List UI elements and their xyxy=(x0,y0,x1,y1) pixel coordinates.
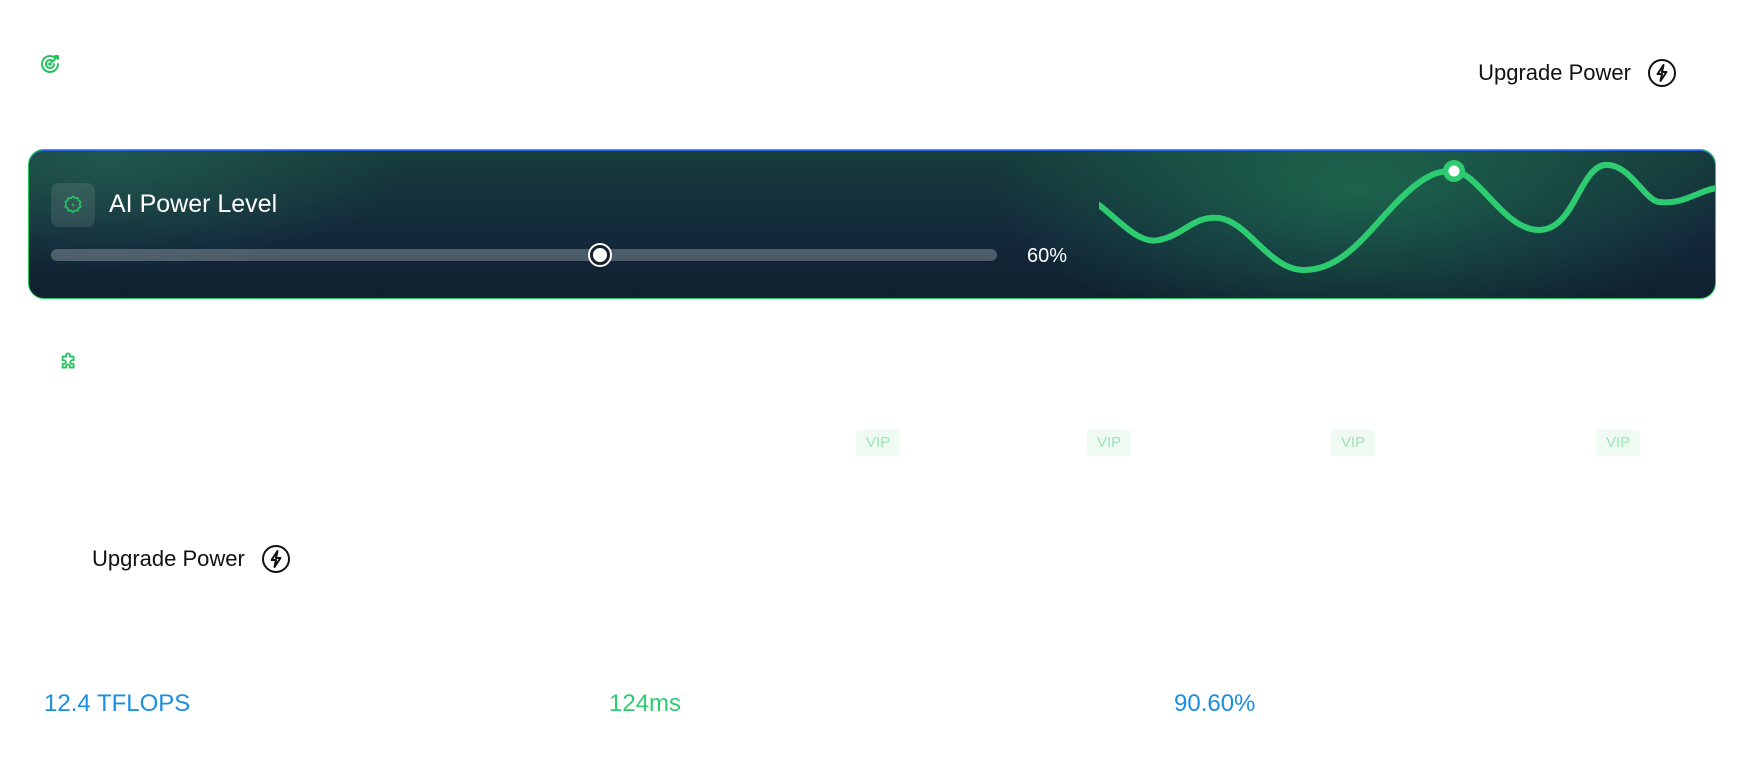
power-level-slider-thumb[interactable] xyxy=(589,245,610,265)
ai-power-level-card: AI Power Level 60% xyxy=(28,149,1716,299)
accuracy-metric: 90.60% xyxy=(1174,690,1256,717)
puzzle-icon xyxy=(61,352,75,369)
vip-badge: VIP xyxy=(1331,430,1376,456)
gear-bolt-icon xyxy=(64,195,82,214)
upgrade-power-label: Upgrade Power xyxy=(92,546,245,571)
latency-metric: 124ms xyxy=(609,690,682,717)
compute-metric: 12.4 TFLOPS xyxy=(44,690,191,717)
power-level-slider[interactable] xyxy=(51,245,997,265)
power-wave-line xyxy=(1099,161,1715,274)
vip-badge: VIP xyxy=(1087,430,1132,456)
power-level-fill xyxy=(51,249,600,261)
power-wave-graphic xyxy=(1099,160,1715,274)
upgrade-power-button[interactable]: Upgrade Power xyxy=(1478,58,1677,88)
lightning-bolt-icon xyxy=(1648,59,1676,87)
upgrade-power-label: Upgrade Power xyxy=(1478,60,1631,85)
power-level-title: AI Power Level xyxy=(109,190,278,218)
vip-badge: VIP xyxy=(856,430,901,456)
vip-badge: VIP xyxy=(1596,430,1641,456)
target-refresh-icon xyxy=(41,55,59,73)
card-icon-container xyxy=(51,183,95,227)
lightning-bolt-icon xyxy=(261,545,290,573)
upgrade-power-button-secondary[interactable]: Upgrade Power xyxy=(92,544,291,574)
power-level-value: 60% xyxy=(1027,245,1068,267)
